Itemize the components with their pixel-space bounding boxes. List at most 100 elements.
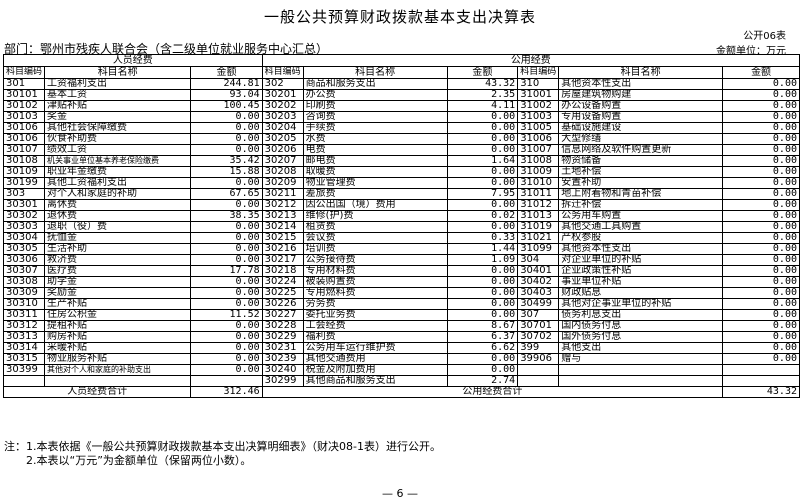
personnel-name-cell: 津贴补贴 bbox=[44, 100, 192, 112]
personnel-amount-cell: 0.00 bbox=[190, 243, 263, 255]
table-row: 303 对个人和家庭的补助 67.65 30211 差旅费 7.95 31011 地上附着物和… bbox=[2, 188, 800, 200]
personnel-amount-cell: 0.00 bbox=[190, 199, 263, 211]
public-b-name-cell: 其他资本性支出 bbox=[558, 243, 724, 255]
public-b-code-cell: 30403 bbox=[517, 287, 560, 299]
personnel-amount-cell: 0.00 bbox=[190, 122, 263, 134]
table-row: 30305 生活补助 0.00 30216 培训费 1.44 31099 其他资本性支出 0.0… bbox=[2, 243, 800, 255]
personnel-code-cell: 30304 bbox=[2, 232, 46, 244]
table-row: 30307 医疗费 17.78 30218 专用材料费 0.00 30401 企业政策性补贴 0… bbox=[2, 265, 800, 277]
public-b-amount-cell: 0.00 bbox=[722, 166, 800, 178]
personnel-name-cell: 离休费 bbox=[44, 199, 192, 211]
personnel-amount-cell: 38.35 bbox=[190, 210, 263, 222]
public-a-code-cell: 30215 bbox=[261, 232, 304, 244]
public-a-code-cell: 30213 bbox=[261, 210, 304, 222]
personnel-code-cell: 30313 bbox=[2, 331, 46, 343]
personnel-amount-cell: 0.00 bbox=[190, 144, 263, 156]
public-a-name-cell: 手续费 bbox=[302, 122, 448, 134]
public-b-amount-cell: 0.00 bbox=[722, 254, 800, 266]
personnel-amount-cell: 0.00 bbox=[190, 287, 263, 299]
public-b-name-cell: 国内债务付息 bbox=[558, 320, 724, 332]
public-b-amount-cell: 0.00 bbox=[722, 298, 800, 310]
personnel-name-cell: 采暖补贴 bbox=[44, 342, 192, 354]
public-a-code-cell: 30214 bbox=[261, 221, 304, 233]
public-a-amount-cell: 8.67 bbox=[446, 320, 519, 332]
personnel-name-cell: 退职（役）费 bbox=[44, 221, 192, 233]
note-line: 2.本表以“万元”为金额单位（保留两位小数）。 bbox=[4, 454, 252, 467]
public-a-name-cell: 维修(护)费 bbox=[302, 210, 448, 222]
col-amount: 金额 bbox=[190, 66, 263, 79]
public-b-name-cell: 事业单位补贴 bbox=[558, 276, 724, 288]
public-b-name-cell: 其他资本性支出 bbox=[558, 78, 724, 90]
col-amount: 金额 bbox=[446, 66, 519, 79]
public-a-amount-cell: 0.00 bbox=[446, 265, 519, 277]
column-header-row: 科目编码 科目名称 金额 科目编码 科目名称 金额 科目编码 科目名称 金额 bbox=[2, 66, 800, 79]
public-b-name-cell: 对企业单位的补贴 bbox=[558, 254, 724, 266]
public-a-name-cell: 公务接待费 bbox=[302, 254, 448, 266]
public-a-code-cell: 30218 bbox=[261, 265, 304, 277]
public-a-name-cell: 税金及附加费用 bbox=[302, 364, 448, 376]
personnel-code-cell: 30106 bbox=[2, 133, 46, 145]
personnel-name-cell: 购房补贴 bbox=[44, 331, 192, 343]
public-b-code-cell: 30701 bbox=[517, 320, 560, 332]
public-b-amount-cell: 0.00 bbox=[722, 100, 800, 112]
personnel-name-cell: 绩效工资 bbox=[44, 144, 192, 156]
public-a-code-cell: 30231 bbox=[261, 342, 304, 354]
public-b-name-cell: 信息网络及软件购置更新 bbox=[558, 144, 724, 156]
public-b-amount-cell: 0.00 bbox=[722, 287, 800, 299]
personnel-amount-cell: 0.00 bbox=[190, 320, 263, 332]
public-a-name-cell: 咨询费 bbox=[302, 111, 448, 123]
personnel-amount-cell: 93.04 bbox=[190, 89, 263, 101]
personnel-code-cell: 30199 bbox=[2, 177, 46, 189]
personnel-code-cell: 30303 bbox=[2, 221, 46, 233]
public-b-amount-cell: 0.00 bbox=[722, 243, 800, 255]
personnel-name-cell: 伙食补助费 bbox=[44, 133, 192, 145]
public-a-amount-cell: 43.32 bbox=[446, 78, 519, 90]
public-b-code-cell: 31010 bbox=[517, 177, 560, 189]
public-b-code-cell: 30702 bbox=[517, 331, 560, 343]
personnel-name-cell: 生活补助 bbox=[44, 243, 192, 255]
public-a-name-cell: 专用材料费 bbox=[302, 265, 448, 277]
public-a-name-cell: 工会经费 bbox=[302, 320, 448, 332]
public-b-amount-cell: 0.00 bbox=[722, 342, 800, 354]
table-body: 301 工资福利支出 244.81 302 商品和服务支出 43.32 310 其他资本性支出… bbox=[2, 78, 800, 387]
personnel-amount-cell: 17.78 bbox=[190, 265, 263, 277]
public-b-amount-cell: 0.00 bbox=[722, 320, 800, 332]
public-a-code-cell: 30212 bbox=[261, 199, 304, 211]
public-a-amount-cell: 4.11 bbox=[446, 100, 519, 112]
personnel-code-cell: 30309 bbox=[2, 287, 46, 299]
personnel-amount-cell: 0.00 bbox=[190, 221, 263, 233]
notes: 注：1.本表依据《一般公共预算财政拨款基本支出决算明细表》（财决08-1表）进行… bbox=[4, 440, 441, 468]
personnel-total-amount: 312.46 bbox=[190, 386, 263, 398]
table-row: 30311 住房公积金 11.52 30227 委托业务费 0.00 307 债务利息支出 0.… bbox=[2, 309, 800, 321]
table-row: 30107 绩效工资 0.00 30206 电费 0.00 31007 信息网络及软件购置更新… bbox=[2, 144, 800, 156]
col-code: 科目编码 bbox=[2, 66, 46, 79]
personnel-group-header: 人员经费 bbox=[3, 54, 263, 67]
personnel-amount-cell: 100.45 bbox=[190, 100, 263, 112]
personnel-name-cell: 提租补贴 bbox=[44, 320, 192, 332]
public-b-amount-cell: 0.00 bbox=[722, 133, 800, 145]
public-a-code-cell: 30211 bbox=[261, 188, 304, 200]
public-a-name-cell: 租赁费 bbox=[302, 221, 448, 233]
personnel-name-cell: 退休费 bbox=[44, 210, 192, 222]
public-a-amount-cell: 0.00 bbox=[446, 199, 519, 211]
public-b-code-cell: 39906 bbox=[517, 353, 560, 365]
public-a-name-cell: 因公出国（境）费用 bbox=[302, 199, 448, 211]
personnel-name-cell: 对个人和家庭的补助 bbox=[44, 188, 192, 200]
public-a-code-cell: 30208 bbox=[261, 166, 304, 178]
note-line: 注：1.本表依据《一般公共预算财政拨款基本支出决算明细表》（财决08-1表）进行… bbox=[4, 440, 441, 453]
table-row: 30308 助学金 0.00 30224 被装购置费 0.00 30402 事业单位补贴 0.0… bbox=[2, 276, 800, 288]
public-b-name-cell: 地上附着物和青苗补偿 bbox=[558, 188, 724, 200]
public-b-name-cell: 房屋建筑物购建 bbox=[558, 89, 724, 101]
page-number: — 6 — bbox=[382, 487, 418, 500]
totals-row: 人员经费合计 312.46 公用经费合计 43.32 bbox=[2, 386, 800, 398]
public-b-code-cell: 399 bbox=[517, 342, 560, 354]
public-b-code-cell: 31001 bbox=[517, 89, 560, 101]
personnel-name-cell: 物业服务补贴 bbox=[44, 353, 192, 365]
public-a-code-cell: 30209 bbox=[261, 177, 304, 189]
public-b-amount-cell: 0.00 bbox=[722, 309, 800, 321]
public-a-amount-cell: 0.00 bbox=[446, 144, 519, 156]
personnel-code-cell: 30305 bbox=[2, 243, 46, 255]
public-a-name-cell: 办公费 bbox=[302, 89, 448, 101]
public-b-name-cell: 办公设备购置 bbox=[558, 100, 724, 112]
public-b-name-cell bbox=[558, 364, 724, 376]
